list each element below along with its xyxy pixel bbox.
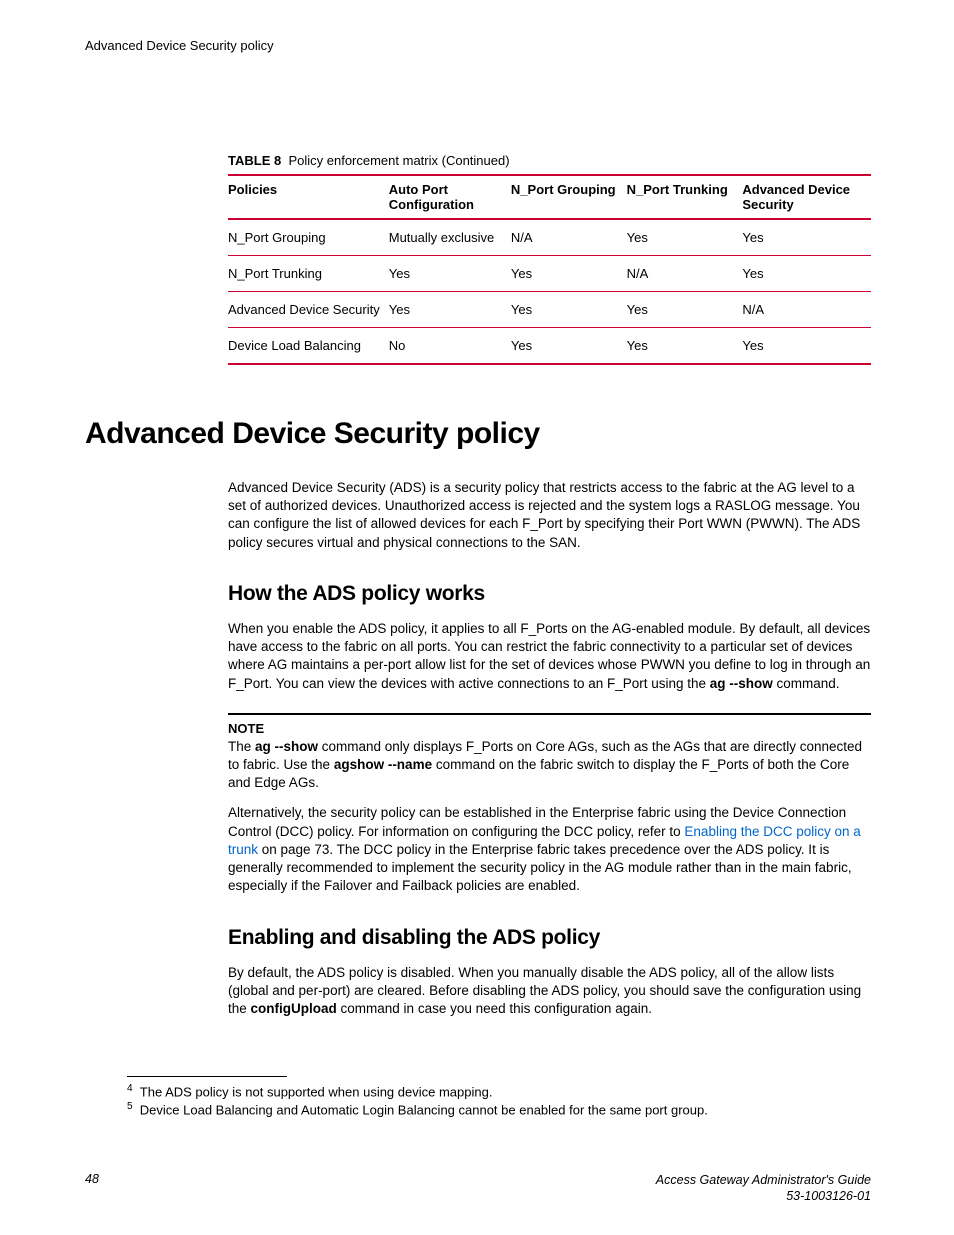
- heading-how-works: How the ADS policy works: [228, 582, 871, 606]
- table-row: Advanced Device Security Yes Yes Yes N/A: [228, 292, 871, 328]
- footnotes: 4 The ADS policy is not supported when u…: [127, 1076, 867, 1120]
- doc-id: 53-1003126-01: [786, 1189, 871, 1203]
- paragraph: Alternatively, the security policy can b…: [228, 804, 871, 895]
- th-nport-trunking: N_Port Trunking: [627, 175, 743, 219]
- th-nport-grouping: N_Port Grouping: [511, 175, 627, 219]
- paragraph: By default, the ADS policy is disabled. …: [228, 964, 871, 1019]
- th-policies: Policies: [228, 175, 389, 219]
- th-adv-security: Advanced Device Security: [742, 175, 871, 219]
- note-label: NOTE: [228, 721, 871, 736]
- table-label: TABLE 8: [228, 153, 281, 168]
- page-footer: 48 Access Gateway Administrator's Guide …: [85, 1172, 871, 1205]
- doc-title: Access Gateway Administrator's Guide: [656, 1173, 871, 1187]
- running-header: Advanced Device Security policy: [85, 38, 871, 53]
- policy-table: Policies Auto Port Configuration N_Port …: [228, 174, 871, 365]
- table-caption-text: Policy enforcement matrix (Continued): [288, 153, 509, 168]
- page-number: 48: [85, 1172, 99, 1186]
- table-row: N_Port Grouping Mutually exclusive N/A Y…: [228, 219, 871, 256]
- paragraph: Advanced Device Security (ADS) is a secu…: [228, 479, 871, 552]
- note-rule: [228, 713, 871, 715]
- table-row: N_Port Trunking Yes Yes N/A Yes: [228, 256, 871, 292]
- th-auto-port: Auto Port Configuration: [389, 175, 511, 219]
- paragraph: When you enable the ADS policy, it appli…: [228, 620, 871, 693]
- table-row: Device Load Balancing No Yes Yes Yes: [228, 328, 871, 365]
- heading-ads-policy: Advanced Device Security policy: [85, 417, 871, 451]
- table-caption: TABLE 8 Policy enforcement matrix (Conti…: [228, 153, 871, 168]
- heading-enable-disable: Enabling and disabling the ADS policy: [228, 926, 871, 950]
- note-body: The ag --show command only displays F_Po…: [228, 738, 871, 793]
